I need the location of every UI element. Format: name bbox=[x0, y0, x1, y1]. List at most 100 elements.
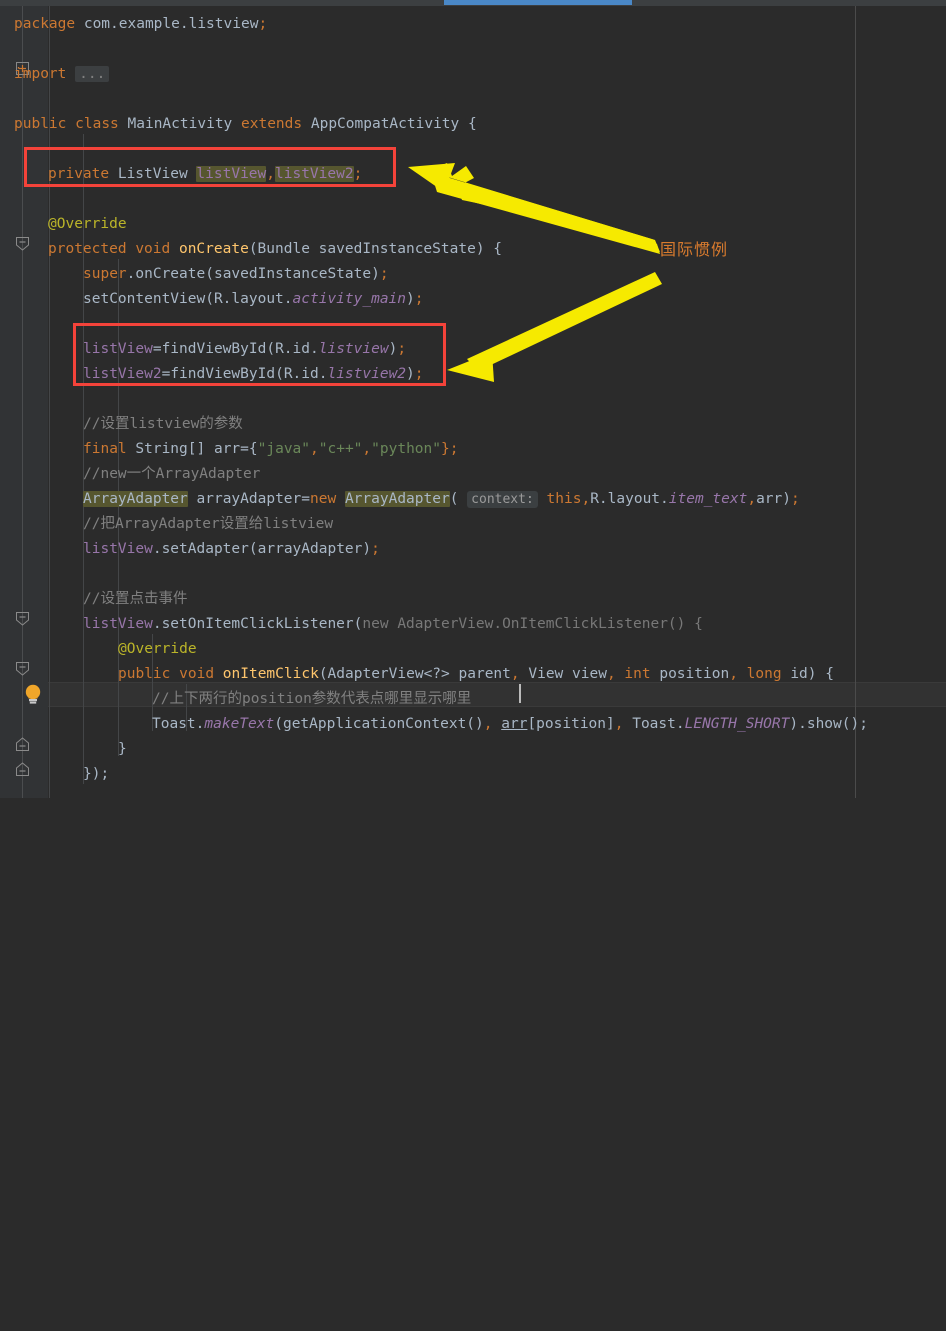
tok-comment-new-arrayadapter: //new一个ArrayAdapter bbox=[83, 466, 261, 482]
s: ) bbox=[406, 291, 415, 307]
tok-item-text: item_text bbox=[668, 491, 748, 507]
s: , bbox=[362, 441, 372, 457]
tok-super: super bbox=[83, 266, 127, 282]
tok-length-short: LENGTH_SHORT bbox=[684, 716, 790, 732]
s: ( bbox=[274, 716, 283, 732]
s: , bbox=[510, 666, 529, 682]
tok-str-java: "java" bbox=[257, 441, 311, 457]
code-text-layer[interactable]: package com.example.listview; import ...… bbox=[0, 6, 946, 798]
tok-class-name: MainActivity bbox=[127, 116, 233, 132]
s: = bbox=[301, 491, 310, 507]
s: ( bbox=[318, 666, 328, 682]
code-line-9[interactable]: @Override bbox=[48, 212, 127, 237]
tok-new: new bbox=[310, 491, 337, 507]
tok-adapterview-listener: AdapterView.OnItemClickListener() bbox=[397, 616, 686, 632]
tok-extends: extends bbox=[241, 116, 303, 132]
s bbox=[538, 491, 547, 507]
code-line-17[interactable]: //设置listview的参数 bbox=[83, 412, 243, 437]
field-declaration-box bbox=[24, 147, 396, 187]
tok-adapterview-generic: AdapterView<?> bbox=[327, 666, 450, 682]
s: ) bbox=[807, 666, 826, 682]
s bbox=[214, 666, 223, 682]
s: . bbox=[152, 616, 162, 632]
s: . bbox=[152, 541, 162, 557]
s bbox=[459, 116, 468, 132]
code-line-28[interactable]: //上下两行的position参数代表点哪里显示哪里 bbox=[152, 687, 471, 712]
tok-arg-savedinstancestate: savedInstanceState bbox=[213, 266, 372, 282]
s: , bbox=[483, 716, 502, 732]
tok-onitemclick: onItemClick bbox=[222, 666, 319, 682]
code-line-30[interactable]: } bbox=[118, 737, 127, 762]
s bbox=[66, 116, 75, 132]
tok-id: id bbox=[790, 666, 808, 682]
code-line-21[interactable]: //把ArrayAdapter设置给listview bbox=[83, 512, 333, 537]
tok-view-var: view bbox=[572, 666, 607, 682]
s bbox=[119, 116, 128, 132]
code-line-5[interactable]: public class MainActivity extends AppCom… bbox=[14, 112, 477, 137]
tok-position-ref: position bbox=[536, 716, 607, 732]
tok-oncreate-call: onCreate bbox=[135, 266, 206, 282]
folded-imports-placeholder[interactable]: ... bbox=[75, 66, 110, 82]
tok-arrayadapter-type: ArrayAdapter bbox=[83, 491, 188, 507]
tok-maketext: makeText bbox=[204, 716, 275, 732]
s: [ bbox=[527, 716, 537, 732]
tok-semicolon: ; bbox=[414, 291, 424, 307]
s: ( bbox=[205, 291, 214, 307]
code-line-24[interactable]: //设置点击事件 bbox=[83, 587, 187, 612]
s: ) bbox=[475, 241, 494, 257]
code-line-20[interactable]: ArrayAdapter arrayAdapter=new ArrayAdapt… bbox=[83, 487, 800, 512]
findviewbyid-box bbox=[73, 323, 446, 386]
tok-public: public bbox=[14, 116, 67, 132]
code-line-1[interactable]: package com.example.listview; bbox=[14, 12, 267, 37]
s bbox=[458, 491, 467, 507]
s: ( bbox=[248, 241, 258, 257]
tok-comment-click-event: //设置点击事件 bbox=[83, 591, 188, 607]
code-editor-area[interactable]: package com.example.listview; import ...… bbox=[0, 6, 946, 798]
tok-int: int bbox=[624, 666, 651, 682]
code-line-3[interactable]: import ... bbox=[14, 62, 110, 87]
s bbox=[170, 666, 179, 682]
code-line-31[interactable]: }); bbox=[83, 762, 109, 787]
tok-arrayadapter-var: arrayAdapter bbox=[196, 491, 302, 507]
tok-final: final bbox=[83, 441, 127, 457]
s: ) bbox=[371, 266, 380, 282]
code-line-25[interactable]: listView.setOnItemClickListener(new Adap… bbox=[83, 612, 703, 637]
s bbox=[450, 666, 459, 682]
s: ) bbox=[782, 491, 792, 507]
code-line-26[interactable]: @Override bbox=[118, 637, 197, 662]
tok-space bbox=[66, 66, 75, 82]
ide-editor-window: package com.example.listview; import ...… bbox=[0, 0, 946, 798]
tok-toast: Toast. bbox=[152, 716, 205, 732]
code-line-27[interactable]: public void onItemClick(AdapterView<?> p… bbox=[118, 662, 834, 687]
code-line-12[interactable]: setContentView(R.layout.activity_main); bbox=[83, 287, 424, 312]
tok-oncreate: onCreate bbox=[178, 241, 249, 257]
code-line-10[interactable]: protected void onCreate(Bundle savedInst… bbox=[48, 237, 502, 262]
tok-this: this bbox=[546, 491, 582, 507]
s: ) bbox=[789, 716, 799, 732]
tok-superclass: AppCompatActivity bbox=[310, 116, 460, 132]
tok-view-type: View bbox=[528, 666, 564, 682]
s: ={ bbox=[240, 441, 258, 457]
code-line-18[interactable]: final String[] arr={"java","c++","python… bbox=[83, 437, 458, 462]
s bbox=[310, 241, 319, 257]
tok-string-array-type: String[] bbox=[135, 441, 206, 457]
s bbox=[205, 441, 214, 457]
s bbox=[302, 116, 311, 132]
tok-open-brace: { bbox=[694, 616, 703, 632]
tok-class: class bbox=[75, 116, 119, 132]
tok-savedinstancestate: savedInstanceState bbox=[318, 241, 476, 257]
tok-semicolon: ; bbox=[371, 541, 380, 557]
tok-parent: parent bbox=[458, 666, 511, 682]
code-line-11[interactable]: super.onCreate(savedInstanceState); bbox=[83, 262, 389, 287]
code-line-19[interactable]: //new一个ArrayAdapter bbox=[83, 462, 260, 487]
s bbox=[782, 666, 791, 682]
code-line-29[interactable]: Toast.makeText(getApplicationContext(), … bbox=[152, 712, 868, 737]
s: , bbox=[747, 491, 757, 507]
tok-toast2: Toast. bbox=[632, 716, 685, 732]
annotation-note-label: 国际惯例 bbox=[660, 240, 729, 259]
code-line-22[interactable]: listView.setAdapter(arrayAdapter); bbox=[83, 537, 380, 562]
s bbox=[389, 616, 398, 632]
tok-arrayadapter-arg: arrayAdapter bbox=[257, 541, 363, 557]
tok-long: long bbox=[746, 666, 782, 682]
tok-arr-ref: arr bbox=[501, 716, 528, 732]
